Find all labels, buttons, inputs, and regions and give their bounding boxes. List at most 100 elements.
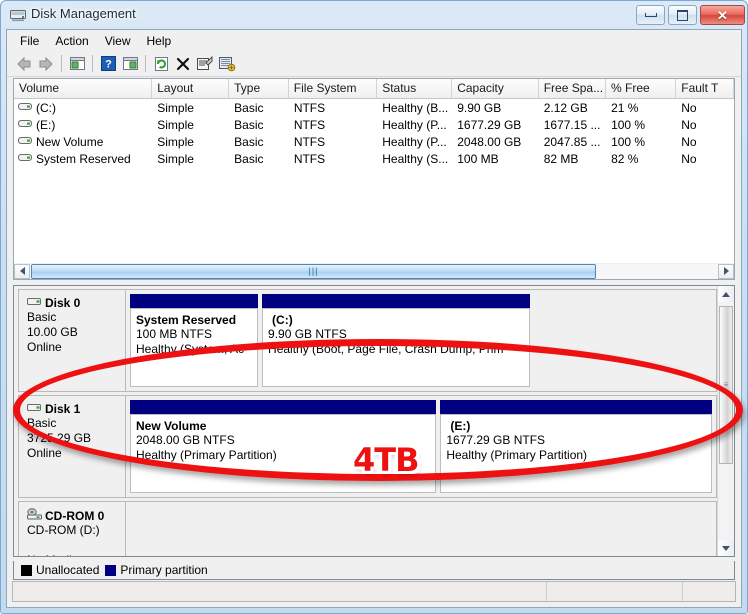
cell-text: (E:)	[36, 117, 56, 132]
menu-view[interactable]: View	[97, 32, 139, 50]
volume-list-header: Volume Layout Type File System Status Ca…	[14, 79, 734, 99]
type-cell: Basic	[234, 117, 264, 132]
disk-kind: Basic	[27, 310, 57, 324]
scroll-left-button[interactable]	[14, 263, 30, 279]
toolbar-separator	[145, 55, 146, 72]
partition-health: Healthy (Primary Partition)	[446, 448, 588, 462]
status-bar	[12, 581, 736, 602]
partition-block[interactable]: System Reserved 100 MB NTFS Healthy (Sys…	[130, 294, 259, 387]
column-header-capacity[interactable]: Capacity	[452, 79, 539, 98]
table-row[interactable]: (C:) Simple Basic NTFS Healthy (B... 9.9…	[14, 99, 734, 116]
fault-tolerance-cell: No	[681, 117, 697, 132]
type-cell: Basic	[234, 100, 264, 115]
scroll-thumb[interactable]: |||	[31, 263, 596, 279]
scroll-right-button[interactable]	[718, 263, 734, 279]
close-button[interactable]: ✕	[700, 5, 745, 25]
fault-tolerance-cell: No	[681, 134, 697, 149]
partition-block[interactable]: (E:) 1677.29 GB NTFS Healthy (Primary Pa…	[440, 400, 712, 493]
capacity-cell: 1677.29 GB	[457, 117, 522, 132]
back-icon[interactable]	[13, 53, 35, 75]
disk-title: CD-ROM 0	[27, 508, 125, 523]
partition-block[interactable]: New Volume 2048.00 GB NTFS Healthy (Prim…	[130, 400, 437, 493]
partition-name: (C:)	[272, 313, 293, 327]
legend-bar: Unallocated Primary partition	[13, 561, 735, 580]
menu-help[interactable]: Help	[139, 32, 180, 50]
disk-name: Disk 1	[45, 402, 81, 416]
layout-cell: Simple	[157, 117, 194, 132]
column-header-layout[interactable]: Layout	[152, 79, 230, 98]
scroll-down-button[interactable]	[718, 540, 734, 556]
minimize-button[interactable]	[636, 5, 665, 25]
volume-name-cell: (E:)	[14, 118, 152, 132]
status-cell: Healthy (P...	[382, 117, 447, 132]
status-cell: Healthy (S...	[382, 151, 449, 166]
file-system-cell: NTFS	[293, 151, 326, 166]
fault-tolerance-cell: No	[681, 151, 697, 166]
grip-icon: ≡	[723, 380, 729, 389]
scroll-track[interactable]: |||	[30, 263, 718, 279]
menu-bar: File Action View Help	[7, 30, 741, 51]
disk-info-panel[interactable]: Disk 0 Basic 10.00 GB Online	[18, 289, 126, 392]
disk-name: CD-ROM 0	[45, 508, 105, 523]
column-header-file-system[interactable]: File System	[288, 79, 378, 98]
legend-swatch-unallocated	[21, 564, 32, 576]
disk-info-panel[interactable]: Disk 1 Basic 3725.29 GB Online	[18, 395, 126, 498]
rescan-disks-icon[interactable]	[216, 53, 238, 75]
percent-free-cell: 82 %	[611, 151, 639, 166]
scroll-up-button[interactable]	[718, 286, 734, 302]
disk-graphical-pane: Disk 0 Basic 10.00 GB Online System Rese…	[13, 285, 735, 557]
type-cell: Basic	[234, 134, 264, 149]
legend-label: Unallocated	[36, 563, 100, 577]
maximize-button[interactable]	[668, 5, 697, 25]
toolbar-separator	[92, 55, 93, 72]
capacity-cell: 9.90 GB	[457, 100, 502, 115]
column-header-percent-free[interactable]: % Free	[606, 79, 677, 98]
partition-block[interactable]: (C:) 9.90 GB NTFS Healthy (Boot, Page Fi…	[262, 294, 530, 387]
disk-state: Online	[27, 446, 62, 460]
forward-icon[interactable]	[35, 53, 57, 75]
layout-cell: Simple	[157, 151, 194, 166]
partition-body: New Volume 2048.00 GB NTFS Healthy (Prim…	[130, 414, 437, 493]
help-icon[interactable]: ?	[97, 53, 119, 75]
disk-kind: CD-ROM (D:)	[27, 523, 100, 537]
column-header-status[interactable]: Status	[377, 79, 453, 98]
window-title: Disk Management	[31, 6, 136, 21]
menu-file[interactable]: File	[12, 32, 47, 50]
partition-size-fs: 2048.00 GB NTFS	[136, 433, 235, 447]
hard-disk-icon	[27, 402, 42, 416]
cell-text: System Reserved	[36, 151, 131, 166]
partition-size-fs: 9.90 GB NTFS	[268, 327, 347, 341]
status-segment-1	[13, 582, 547, 601]
scroll-thumb[interactable]: ≡	[719, 306, 733, 464]
close-icon: ✕	[717, 7, 728, 23]
chevron-right-icon	[723, 267, 729, 275]
volume-list-horizontal-scrollbar[interactable]: |||	[13, 263, 735, 280]
capacity-cell: 2048.00 GB	[457, 134, 522, 149]
type-cell: Basic	[234, 151, 264, 166]
layout-cell: Simple	[157, 134, 194, 149]
partition-health: Healthy (Boot, Page File, Crash Dump, Pr…	[268, 342, 504, 356]
menu-action[interactable]: Action	[47, 32, 96, 50]
column-header-free-space[interactable]: Free Spa...	[538, 79, 607, 98]
partition-name: (E:)	[450, 419, 471, 433]
legend-label: Primary partition	[120, 563, 208, 577]
partition-size-fs: 100 MB NTFS	[136, 327, 213, 341]
disk-info-panel[interactable]: CD-ROM 0 CD-ROM (D:) No Media	[18, 501, 126, 556]
refresh-icon[interactable]	[150, 53, 172, 75]
disk-state: No Media	[27, 553, 125, 556]
delete-icon[interactable]	[172, 53, 194, 75]
disk-pane-vertical-scrollbar[interactable]: ≡	[717, 286, 734, 556]
column-header-volume[interactable]: Volume	[14, 79, 153, 98]
column-header-type[interactable]: Type	[229, 79, 289, 98]
up-one-level-icon[interactable]	[66, 53, 88, 75]
cd-rom-empty-area[interactable]	[126, 501, 717, 556]
table-row[interactable]: New Volume Simple Basic NTFS Healthy (P.…	[14, 133, 734, 150]
properties-icon[interactable]	[194, 53, 216, 75]
show-hide-console-tree-icon[interactable]	[119, 53, 141, 75]
table-row[interactable]: (E:) Simple Basic NTFS Healthy (P... 167…	[14, 116, 734, 133]
column-header-fault-tolerance[interactable]: Fault T	[676, 79, 734, 98]
table-row[interactable]: System Reserved Simple Basic NTFS Health…	[14, 150, 734, 167]
partition-body: (C:) 9.90 GB NTFS Healthy (Boot, Page Fi…	[262, 308, 530, 387]
status-segment-3	[683, 582, 735, 601]
volume-drive-icon	[18, 118, 32, 132]
